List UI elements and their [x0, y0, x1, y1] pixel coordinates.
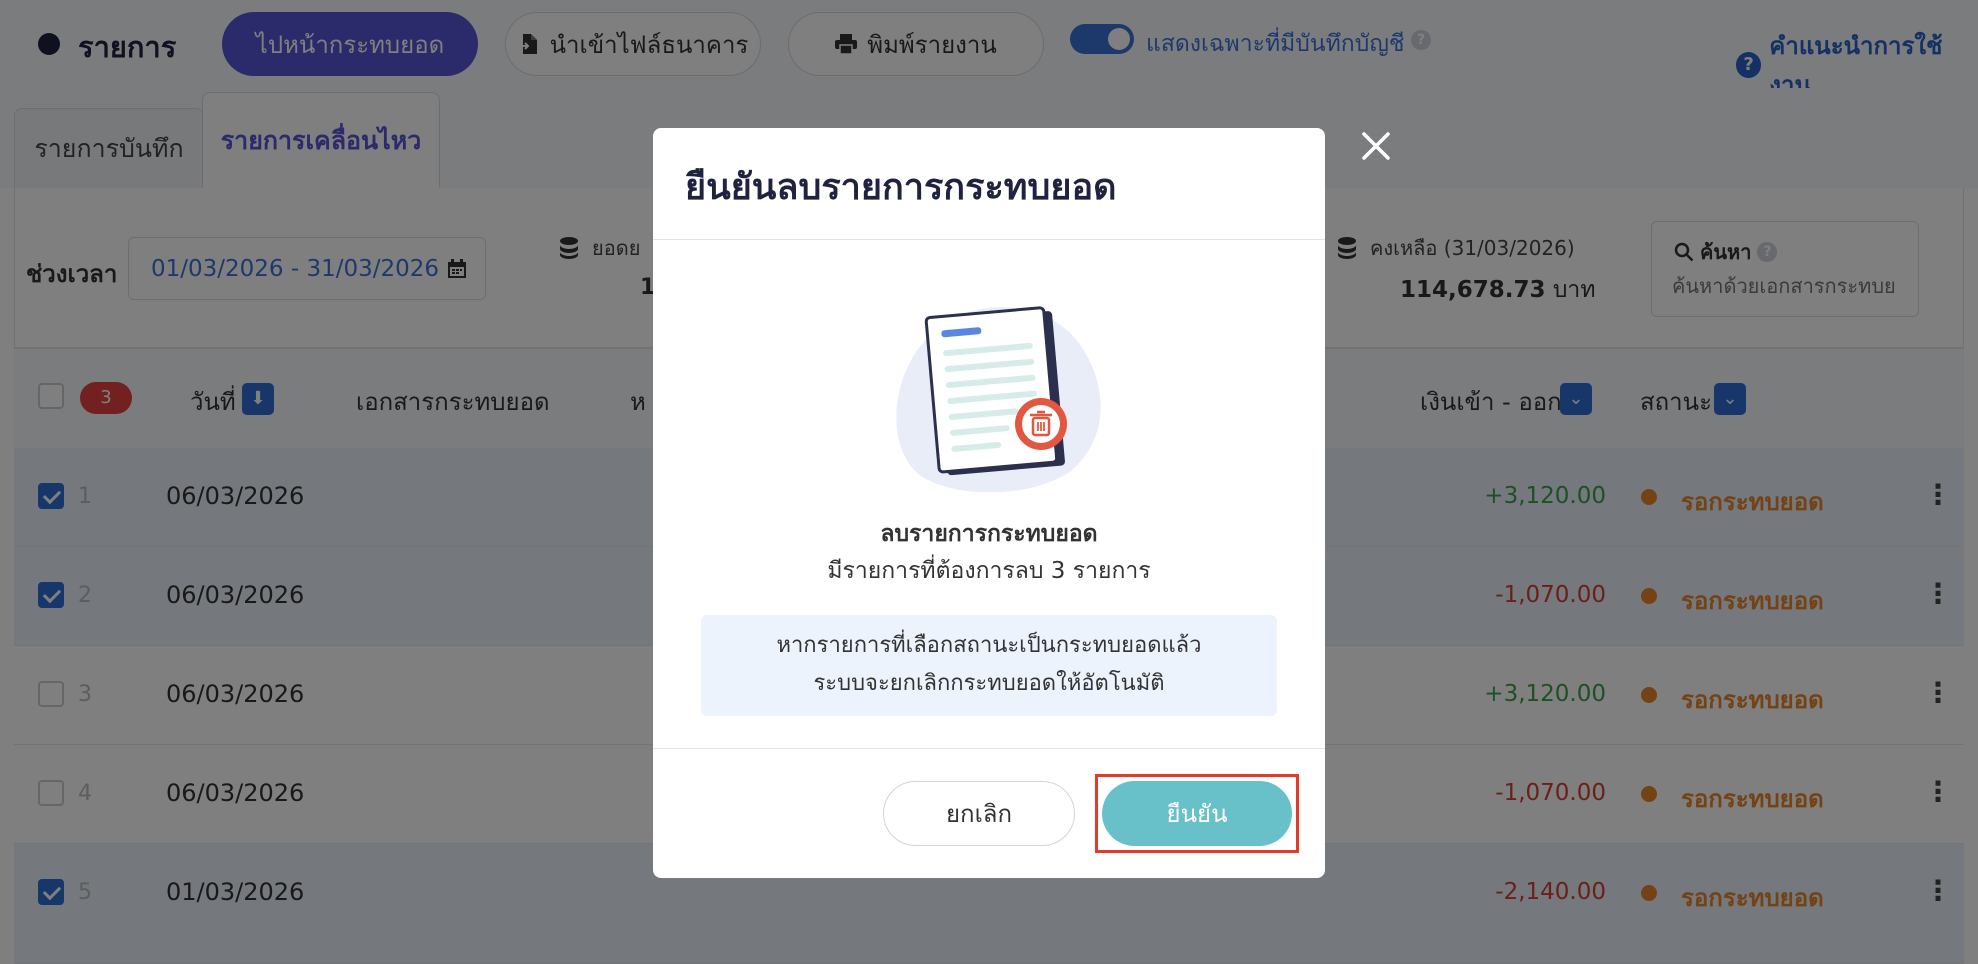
- info-line-2: ระบบจะยกเลิกกระทบยอดให้อัตโนมัติ: [813, 671, 1165, 696]
- document-trash-illustration: [896, 306, 1101, 492]
- dialog-divider: [653, 239, 1325, 240]
- confirm-delete-dialog: ยืนยันลบรายการกระทบยอด ลบรายการกระทบยอด …: [653, 128, 1325, 878]
- dialog-subtext: มีรายการที่ต้องการลบ 3 รายการ: [827, 558, 1151, 584]
- cancel-label: ยกเลิก: [945, 800, 1013, 828]
- close-icon[interactable]: [1358, 128, 1394, 164]
- info-line-1: หากรายการที่เลือกสถานะเป็นกระทบยอดแล้ว: [776, 633, 1202, 658]
- dialog-heading: ลบรายการกระทบยอด: [880, 521, 1098, 547]
- dialog-info-box: หากรายการที่เลือกสถานะเป็นกระทบยอดแล้ว ร…: [701, 615, 1277, 716]
- cancel-button[interactable]: ยกเลิก: [883, 781, 1075, 846]
- trash-icon: [1015, 398, 1067, 450]
- dialog-title: ยืนยันลบรายการกระทบยอด: [685, 167, 1117, 208]
- confirm-button[interactable]: ยืนยัน: [1102, 781, 1292, 846]
- confirm-label: ยืนยัน: [1166, 800, 1228, 828]
- dialog-footer-divider: [653, 748, 1325, 749]
